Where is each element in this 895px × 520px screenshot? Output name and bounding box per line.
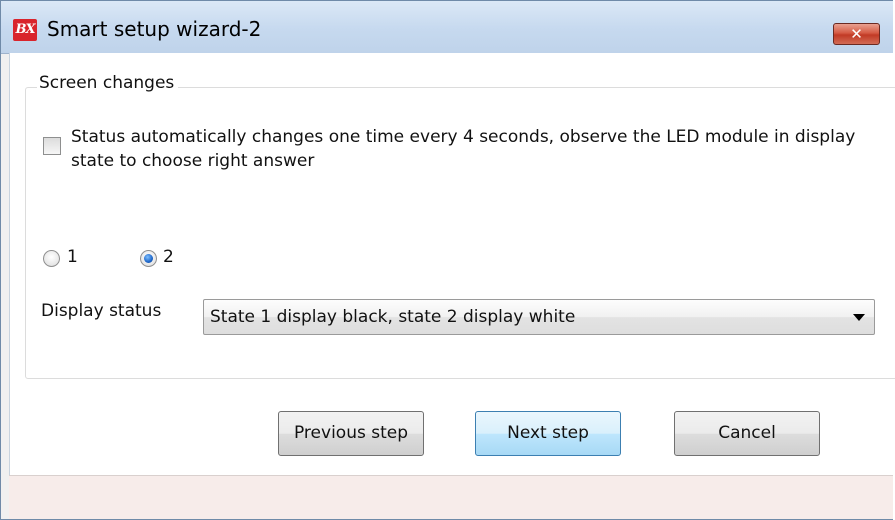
title-bar[interactable]: BX Smart setup wizard-2 ✕ <box>1 1 893 54</box>
close-button[interactable]: ✕ <box>833 23 880 45</box>
group-legend: Screen changes <box>37 73 179 93</box>
cancel-button[interactable]: Cancel <box>674 411 820 456</box>
window-title: Smart setup wizard-2 <box>47 17 262 41</box>
radio-option-1[interactable] <box>43 250 60 267</box>
close-icon: ✕ <box>850 25 863 43</box>
auto-change-checkbox-label[interactable]: Status automatically changes one time ev… <box>71 125 881 173</box>
chevron-down-icon <box>853 314 865 321</box>
previous-step-button[interactable]: Previous step <box>278 411 424 456</box>
next-step-button[interactable]: Next step <box>475 411 621 456</box>
display-status-value: State 1 display black, state 2 display w… <box>210 307 576 327</box>
display-status-label: Display status <box>41 301 162 321</box>
auto-change-checkbox[interactable] <box>43 137 61 155</box>
radio-option-2[interactable] <box>140 250 157 267</box>
radio-option-1-label[interactable]: 1 <box>67 247 78 267</box>
wizard-window: BX Smart setup wizard-2 ✕ Screen changes… <box>0 0 895 520</box>
footer-strip <box>9 475 893 519</box>
display-status-select[interactable]: State 1 display black, state 2 display w… <box>203 299 875 335</box>
radio-option-2-label[interactable]: 2 <box>163 247 174 267</box>
app-logo-icon: BX <box>13 19 37 41</box>
